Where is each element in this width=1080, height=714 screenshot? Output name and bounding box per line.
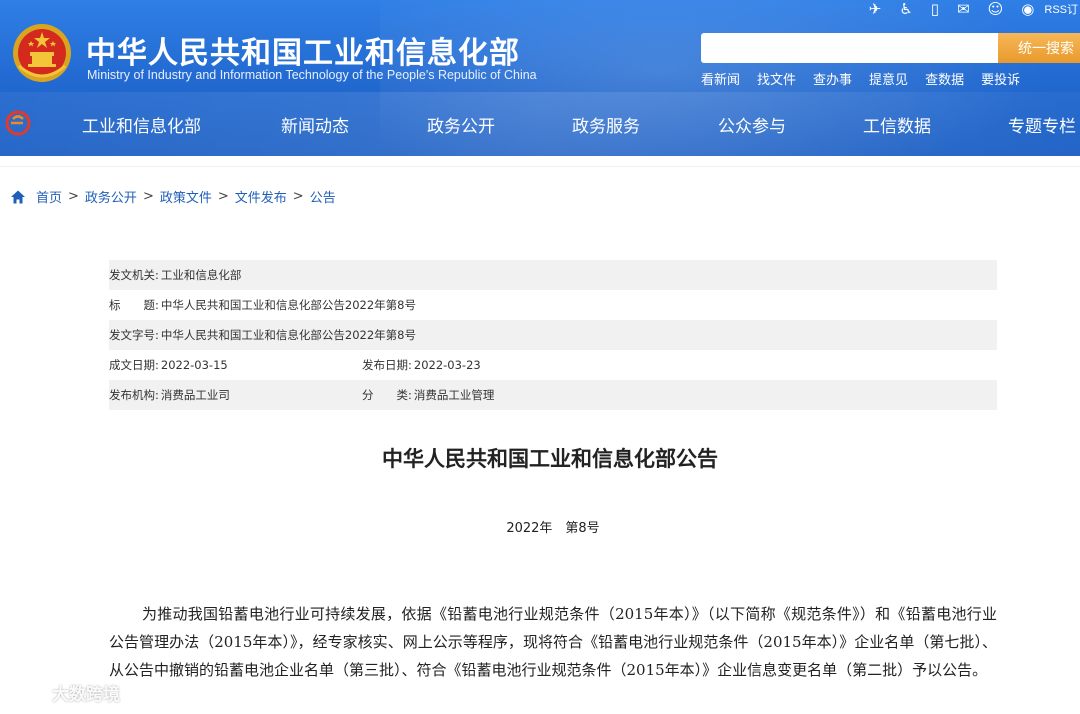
breadcrumb-gov-affairs[interactable]: 政务公开 <box>85 187 137 206</box>
home-icon[interactable] <box>10 189 26 205</box>
nav-item-news[interactable]: 新闻动态 <box>281 112 349 137</box>
article-title: 中华人民共和国工业和信息化部公告 <box>382 447 718 471</box>
info-row-docno: 发文字号: 中华人民共和国工业和信息化部公告2022年第8号 <box>109 320 997 350</box>
quick-link-feedback[interactable]: 提意见 <box>869 69 908 88</box>
document-info-table: 发文机关: 工业和信息化部 标 题: 中华人民共和国工业和信息化部公告2022年… <box>109 260 997 410</box>
nav-item-participation[interactable]: 公众参与 <box>718 112 786 137</box>
weixin-icon[interactable]: ☺ <box>988 1 1004 17</box>
nav-item-topics[interactable]: 专题专栏 <box>1008 112 1076 137</box>
breadcrumb-policy-files[interactable]: 政策文件 <box>160 187 212 206</box>
issuer-value: 工业和信息化部 <box>160 268 242 282</box>
accessibility-icon[interactable]: ♿ <box>899 1 912 17</box>
watermark-logo-icon <box>9 684 47 700</box>
nav-item-data[interactable]: 工信数据 <box>863 112 931 137</box>
search-input[interactable] <box>701 33 998 63</box>
published-date-value: 2022-03-23 <box>413 358 481 372</box>
created-date-label: 成文日期: <box>109 358 159 372</box>
site-title[interactable]: 中华人民共和国工业和信息化部 <box>86 28 520 72</box>
header-divider <box>0 166 1080 167</box>
site-header: 中华人民共和国工业和信息化部 Ministry of Industry and … <box>0 0 1080 156</box>
search-bar: 统一搜索 <box>701 33 1080 63</box>
weibo-icon[interactable]: ◉ <box>1021 1 1034 17</box>
national-emblem-icon[interactable] <box>11 22 73 86</box>
nav-item-gov-affairs[interactable]: 政务公开 <box>427 112 495 137</box>
watermark-text: 大数跨境 <box>52 685 120 705</box>
miit-logo-icon[interactable] <box>5 110 31 136</box>
info-row-org: 发布机构: 消费品工业司 分 类: 消费品工业管理 <box>109 380 997 410</box>
category-label: 分 类: <box>362 388 412 402</box>
search-button[interactable]: 统一搜索 <box>998 33 1080 63</box>
article-body: 为推动我国铅蓄电池行业可持续发展，依据《铅蓄电池行业规范条件（2015年本）》（… <box>109 605 997 679</box>
top-toolbar: ✈ ♿ ▯ ✉ ☺ ◉ RSS订 <box>851 0 1080 18</box>
created-date-value: 2022-03-15 <box>160 358 228 372</box>
breadcrumb: 首页 > 政务公开 > 政策文件 > 文件发布 > 公告 <box>10 187 336 206</box>
watermark: 大数跨境 <box>8 680 120 705</box>
breadcrumb-notice[interactable]: 公告 <box>310 187 336 206</box>
nav-item-ministry[interactable]: 工业和信息化部 <box>82 112 201 137</box>
quick-link-files[interactable]: 找文件 <box>757 69 796 88</box>
quick-link-services[interactable]: 查办事 <box>813 69 852 88</box>
mail-icon[interactable]: ✉ <box>957 1 970 17</box>
category-value: 消费品工业管理 <box>413 388 495 402</box>
article-number: 2022年 第8号 <box>506 521 600 536</box>
docno-value: 中华人民共和国工业和信息化部公告2022年第8号 <box>160 328 416 342</box>
info-row-title: 标 题: 中华人民共和国工业和信息化部公告2022年第8号 <box>109 290 997 320</box>
breadcrumb-separator: > <box>217 189 229 204</box>
mobile-icon[interactable]: ▯ <box>931 1 939 17</box>
plane-icon[interactable]: ✈ <box>869 1 882 17</box>
quick-link-news[interactable]: 看新闻 <box>701 69 740 88</box>
breadcrumb-separator: > <box>292 189 304 204</box>
site-subtitle: Ministry of Industry and Information Tec… <box>87 68 537 82</box>
quick-links: 看新闻 找文件 查办事 提意见 查数据 要投诉 <box>701 69 1037 88</box>
quick-link-complaint[interactable]: 要投诉 <box>981 69 1020 88</box>
main-nav: 工业和信息化部 新闻动态 政务公开 政务服务 公众参与 工信数据 专题专栏 <box>0 104 1080 144</box>
nav-item-services[interactable]: 政务服务 <box>572 112 640 137</box>
issuer-label: 发文机关: <box>109 268 159 282</box>
docno-label: 发文字号: <box>109 328 159 342</box>
rss-link[interactable]: RSS订 <box>1044 1 1078 17</box>
breadcrumb-separator: > <box>142 189 154 204</box>
breadcrumb-home[interactable]: 首页 <box>36 187 62 206</box>
published-date-label: 发布日期: <box>362 358 412 372</box>
org-value: 消费品工业司 <box>160 388 230 402</box>
info-row-dates: 成文日期: 2022-03-15 发布日期: 2022-03-23 <box>109 350 997 380</box>
info-row-issuer: 发文机关: 工业和信息化部 <box>109 260 997 290</box>
breadcrumb-file-release[interactable]: 文件发布 <box>235 187 287 206</box>
org-label: 发布机构: <box>109 388 159 402</box>
title-label: 标 题: <box>109 298 159 312</box>
breadcrumb-separator: > <box>68 189 79 204</box>
quick-link-data[interactable]: 查数据 <box>925 69 964 88</box>
title-value: 中华人民共和国工业和信息化部公告2022年第8号 <box>160 298 416 312</box>
